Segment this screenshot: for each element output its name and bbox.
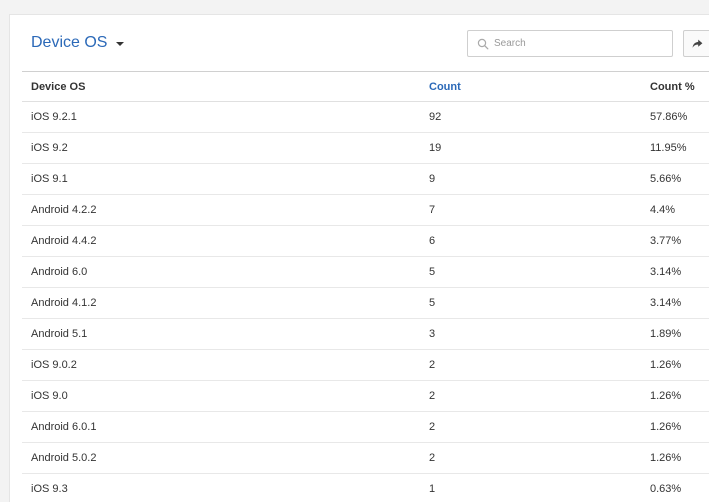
- table-row: iOS 9.0 2 1.26%: [22, 381, 709, 412]
- column-header-count-pct[interactable]: Count %: [650, 81, 695, 93]
- count-cell: 5: [429, 297, 436, 309]
- search-input[interactable]: [494, 38, 664, 49]
- os-cell: Android 4.2.2: [31, 204, 97, 216]
- table-row: iOS 9.1 9 5.66%: [22, 164, 709, 195]
- os-cell: iOS 9.1: [31, 173, 68, 185]
- os-cell: iOS 9.2: [31, 142, 68, 154]
- device-os-widget: Device OS Device OS Count Count % iOS 9.…: [9, 14, 709, 502]
- table-row: Android 4.1.2 5 3.14%: [22, 288, 709, 319]
- count-pct-cell: 11.95%: [650, 142, 687, 154]
- table-row: Android 4.4.2 6 3.77%: [22, 226, 709, 257]
- os-cell: Android 5.0.2: [31, 452, 97, 464]
- count-pct-cell: 0.63%: [650, 483, 682, 495]
- share-arrow-icon: [692, 39, 702, 48]
- caret-down-icon: [116, 42, 125, 46]
- count-cell: 7: [429, 204, 436, 216]
- count-cell: 2: [429, 421, 436, 433]
- count-pct-cell: 1.26%: [650, 390, 682, 402]
- share-button[interactable]: [683, 30, 709, 57]
- table-row: Android 5.0.2 2 1.26%: [22, 443, 709, 474]
- count-pct-cell: 1.26%: [650, 359, 682, 371]
- table-row: Android 4.2.2 7 4.4%: [22, 195, 709, 226]
- os-cell: iOS 9.3: [31, 483, 68, 495]
- os-cell: Android 5.1: [31, 328, 88, 340]
- os-cell: Android 4.4.2: [31, 235, 97, 247]
- count-cell: 92: [429, 111, 442, 123]
- table-body: iOS 9.2.1 92 57.86% iOS 9.2 19 11.95% iOS 9.1 9…: [22, 102, 709, 502]
- count-pct-cell: 1.89%: [650, 328, 682, 340]
- table-row: Android 6.0.1 2 1.26%: [22, 412, 709, 443]
- count-cell: 2: [429, 359, 436, 371]
- device-os-table: Device OS Count Count % iOS 9.2.1 92 57.86…: [22, 71, 709, 502]
- count-cell: 1: [429, 483, 436, 495]
- search-icon: [477, 38, 489, 49]
- count-pct-cell: 3.77%: [650, 235, 682, 247]
- column-header-count[interactable]: Count: [429, 81, 461, 93]
- count-cell: 5: [429, 266, 436, 278]
- widget-title-dropdown[interactable]: Device OS: [31, 34, 125, 52]
- os-cell: iOS 9.2.1: [31, 111, 77, 123]
- count-cell: 6: [429, 235, 436, 247]
- table-row: iOS 9.3 1 0.63%: [22, 474, 709, 502]
- count-cell: 2: [429, 452, 436, 464]
- table-row: iOS 9.0.2 2 1.26%: [22, 350, 709, 381]
- count-cell: 19: [429, 142, 442, 154]
- table-row: Android 5.1 3 1.89%: [22, 319, 709, 350]
- count-pct-cell: 1.26%: [650, 421, 682, 433]
- os-cell: iOS 9.0: [31, 390, 68, 402]
- count-pct-cell: 4.4%: [650, 204, 676, 216]
- count-pct-cell: 3.14%: [650, 297, 682, 309]
- count-pct-cell: 1.26%: [650, 452, 682, 464]
- os-cell: Android 6.0.1: [31, 421, 97, 433]
- count-cell: 9: [429, 173, 436, 185]
- os-cell: Android 4.1.2: [31, 297, 97, 309]
- os-cell: iOS 9.0.2: [31, 359, 77, 371]
- widget-title: Device OS: [31, 34, 108, 51]
- os-cell: Android 6.0: [31, 266, 88, 278]
- search-box: [467, 30, 673, 57]
- table-row: Android 6.0 5 3.14%: [22, 257, 709, 288]
- table-row: iOS 9.2.1 92 57.86%: [22, 102, 709, 133]
- count-cell: 2: [429, 390, 436, 402]
- count-pct-cell: 5.66%: [650, 173, 682, 185]
- table-header-row: Device OS Count Count %: [22, 71, 709, 102]
- count-pct-cell: 3.14%: [650, 266, 682, 278]
- count-cell: 3: [429, 328, 436, 340]
- column-header-device-os[interactable]: Device OS: [31, 81, 85, 93]
- table-row: iOS 9.2 19 11.95%: [22, 133, 709, 164]
- count-pct-cell: 57.86%: [650, 111, 688, 123]
